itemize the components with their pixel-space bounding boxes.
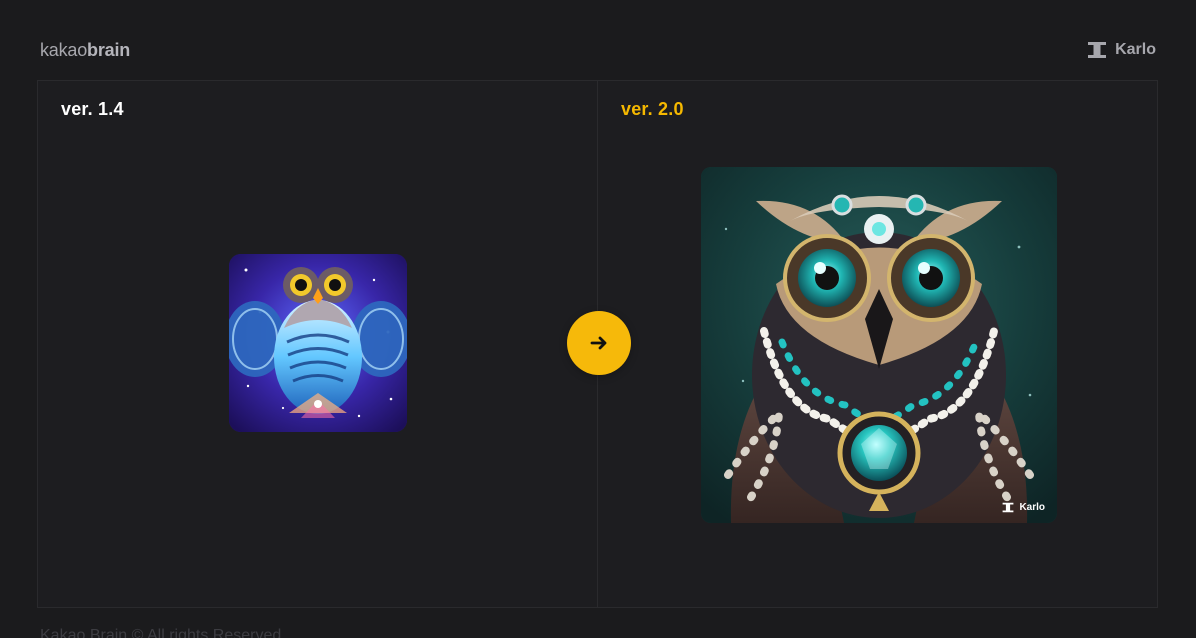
karlo-comparison-page: kakaobrain Karlo ver. 1.4 ver. 2.0 Karlo… bbox=[0, 0, 1196, 638]
owl-image-ver-1-4 bbox=[229, 254, 407, 432]
product-name: Karlo bbox=[1115, 41, 1156, 58]
watermark-text: Karlo bbox=[1019, 502, 1045, 513]
copyright-footer: Kakao Brain © All rights Reserved bbox=[40, 627, 282, 638]
old-version-panel: ver. 1.4 bbox=[38, 81, 598, 607]
arrow-right-icon bbox=[590, 336, 607, 350]
brand-name-light: kakao bbox=[40, 40, 88, 60]
top-bar: kakaobrain Karlo bbox=[40, 38, 1156, 66]
old-version-label: ver. 1.4 bbox=[61, 99, 124, 119]
karlo-logo[interactable]: Karlo bbox=[1087, 41, 1156, 59]
karlo-logo-icon bbox=[1088, 42, 1107, 58]
karlo-watermark-icon bbox=[1003, 502, 1014, 513]
kakao-brain-logo[interactable]: kakaobrain bbox=[40, 40, 130, 61]
new-version-label: ver. 2.0 bbox=[621, 99, 684, 119]
owl-image-ver-2-0: Karlo bbox=[701, 167, 1057, 523]
version-arrow-button[interactable] bbox=[567, 311, 631, 375]
image-watermark: Karlo bbox=[1002, 502, 1045, 513]
version-comparison: ver. 1.4 ver. 2.0 Karlo bbox=[37, 80, 1158, 608]
brand-name-bold: brain bbox=[87, 40, 131, 60]
new-version-panel: ver. 2.0 Karlo bbox=[598, 81, 1158, 607]
